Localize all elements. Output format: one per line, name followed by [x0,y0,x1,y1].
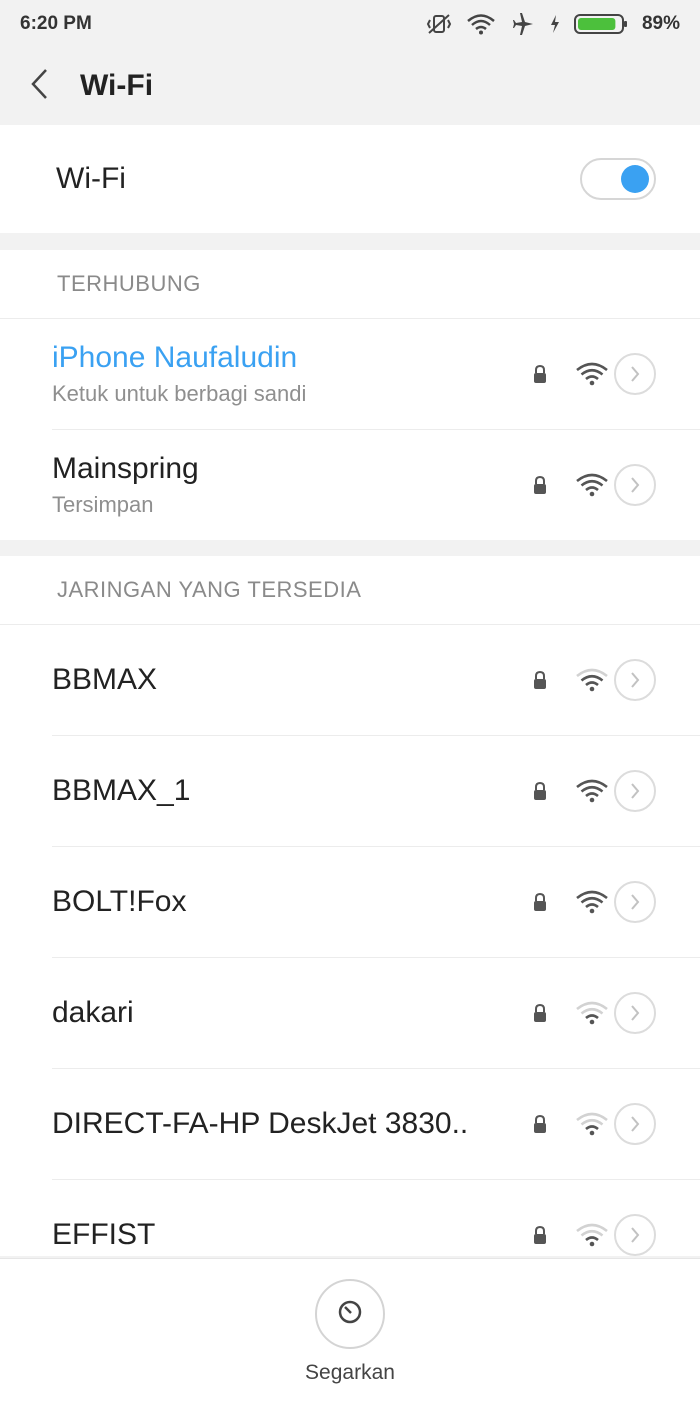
network-text: BOLT!Fox [52,885,516,919]
wifi-signal-icon [574,1000,610,1026]
lock-icon [530,892,550,912]
network-name: dakari [52,996,134,1029]
chevron-right-icon [629,782,641,800]
airplane-icon [510,12,536,36]
chevron-right-icon [629,893,641,911]
lock-icon [530,475,550,495]
network-details-button[interactable] [614,353,656,395]
wifi-icon [466,13,496,35]
network-name: BBMAX [52,663,158,696]
wifi-signal-icon [574,667,610,693]
network-details-button[interactable] [614,464,656,506]
network-text: dakari [52,996,516,1030]
wifi-signal-icon [574,1111,610,1137]
available-network-list: BBMAX BBMAX_1 BOLT!Fox dakari DIRECT-FA-HP D… [0,625,700,1290]
network-icons [516,353,700,395]
wifi-toggle-row[interactable]: Wi-Fi [0,125,700,233]
network-row[interactable]: DIRECT-FA-HP DeskJet 3830.. [52,1069,700,1180]
network-icons [516,464,700,506]
lock-icon [530,1114,550,1134]
wifi-signal-icon [574,361,610,387]
network-text: BBMAX_1 [52,774,516,808]
page-title: Wi-Fi [80,69,154,102]
wifi-toggle-label: Wi-Fi [56,162,126,195]
network-row[interactable]: BBMAX_1 [52,736,700,847]
back-button[interactable] [0,48,80,124]
toggle-knob [621,165,649,193]
wifi-signal-icon [574,778,610,804]
network-name: iPhone Naufaludin [52,341,298,374]
network-details-button[interactable] [614,1214,656,1256]
network-text: EFFIST [52,1218,516,1252]
network-name: Mainspring [52,452,199,485]
charging-icon [550,14,560,34]
available-section: JARINGAN YANG TERSEDIA BBMAX BBMAX_1 BOLT!… [0,556,700,1256]
refresh-label: Segarkan [305,1361,395,1384]
lock-icon [530,1225,550,1245]
network-subtitle: Ketuk untuk berbagi sandi [52,381,307,406]
vibrate-off-icon [426,12,452,36]
title-bar: Wi-Fi [0,48,700,124]
refresh-button[interactable] [315,1279,385,1349]
wifi-signal-icon [574,472,610,498]
section-header-connected: TERHUBUNG [0,250,700,319]
network-icons [516,770,700,812]
network-details-button[interactable] [614,881,656,923]
network-name: EFFIST [52,1218,156,1251]
lock-icon [530,1003,550,1023]
network-icons [516,659,700,701]
chevron-right-icon [629,1004,641,1022]
connected-section: TERHUBUNG iPhone Naufaludin Ketuk untuk b… [0,250,700,540]
battery-percent: 89% [641,13,680,34]
network-details-button[interactable] [614,659,656,701]
status-icons: 89% [426,12,680,36]
network-name: DIRECT-FA-HP DeskJet 3830.. [52,1107,469,1140]
wifi-signal-icon [574,1222,610,1248]
network-subtitle: Tersimpan [52,492,154,517]
network-row[interactable]: Mainspring Tersimpan [52,430,700,540]
network-details-button[interactable] [614,770,656,812]
network-icons [516,881,700,923]
network-row[interactable]: dakari [52,958,700,1069]
chevron-left-icon [29,67,51,106]
wifi-toggle-card: Wi-Fi [0,125,700,233]
network-details-button[interactable] [614,1103,656,1145]
wifi-toggle-switch[interactable] [580,158,656,200]
bottom-bar: Segarkan [0,1258,700,1401]
network-text: BBMAX [52,663,516,697]
refresh-icon [336,1298,364,1331]
chevron-right-icon [629,1226,641,1244]
network-text: DIRECT-FA-HP DeskJet 3830.. [52,1107,516,1141]
section-header-available: JARINGAN YANG TERSEDIA [0,556,700,625]
network-icons [516,992,700,1034]
wifi-signal-icon [574,889,610,915]
chevron-right-icon [629,365,641,383]
lock-icon [530,670,550,690]
network-row[interactable]: BBMAX [52,625,700,736]
network-name: BBMAX_1 [52,774,191,807]
status-bar: 6:20 PM 89% [0,0,700,48]
network-name: BOLT!Fox [52,885,187,918]
network-icons [516,1214,700,1256]
network-text: iPhone Naufaludin Ketuk untuk berbagi san… [52,341,516,407]
chevron-right-icon [629,1115,641,1133]
battery-icon [573,13,628,35]
network-row[interactable]: iPhone Naufaludin Ketuk untuk berbagi san… [52,319,700,430]
network-details-button[interactable] [614,992,656,1034]
connected-network-list: iPhone Naufaludin Ketuk untuk berbagi san… [0,319,700,540]
network-row[interactable]: BOLT!Fox [52,847,700,958]
status-time: 6:20 PM [20,13,92,34]
lock-icon [530,781,550,801]
lock-icon [530,364,550,384]
network-text: Mainspring Tersimpan [52,452,516,518]
network-icons [516,1103,700,1145]
chevron-right-icon [629,671,641,689]
chevron-right-icon [629,476,641,494]
